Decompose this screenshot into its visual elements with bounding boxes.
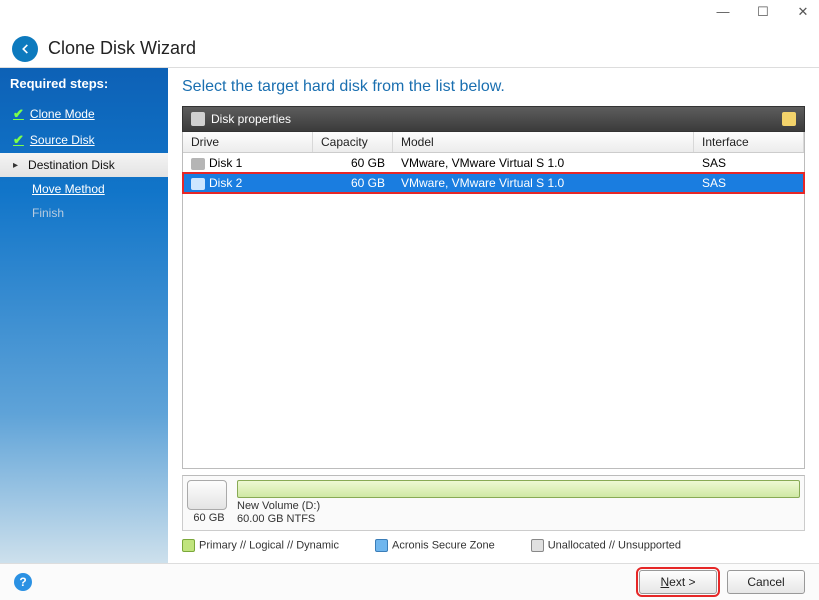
help-button[interactable]: ?	[14, 573, 32, 591]
col-capacity[interactable]: Capacity	[313, 132, 393, 152]
step-source-disk[interactable]: ✔Source Disk	[10, 127, 158, 153]
disk-shape-icon	[187, 480, 227, 510]
disk-thumbnail: 60 GB	[187, 480, 231, 526]
step-finish: Finish	[10, 201, 158, 225]
col-model[interactable]: Model	[393, 132, 694, 152]
volume-bar[interactable]: New Volume (D:) 60.00 GB NTFS	[237, 480, 800, 526]
volume-name: New Volume (D:)	[237, 500, 800, 513]
check-icon: ✔	[13, 106, 24, 122]
minimize-button[interactable]: —	[715, 4, 731, 19]
window-controls: — ☐ ✕	[0, 0, 819, 30]
legend-acronis: Acronis Secure Zone	[375, 539, 495, 552]
wizard-header: Clone Disk Wizard	[0, 30, 819, 68]
disk-icon	[191, 178, 205, 190]
steps-sidebar: Required steps: ✔Clone Mode ✔Source Disk…	[0, 68, 168, 563]
cancel-button[interactable]: Cancel	[727, 570, 805, 594]
step-clone-mode[interactable]: ✔Clone Mode	[10, 101, 158, 127]
disk-icon	[191, 112, 205, 126]
sidebar-heading: Required steps:	[10, 76, 158, 91]
legend-chip-green	[182, 539, 195, 552]
table-row[interactable]: Disk 1 60 GB VMware, VMware Virtual S 1.…	[183, 153, 804, 173]
legend-primary: Primary // Logical // Dynamic	[182, 539, 339, 552]
check-icon: ✔	[13, 132, 24, 148]
table-header: Drive Capacity Model Interface	[183, 132, 804, 153]
main-panel: Select the target hard disk from the lis…	[168, 68, 819, 563]
col-interface[interactable]: Interface	[694, 132, 804, 152]
table-row[interactable]: Disk 2 60 GB VMware, VMware Virtual S 1.…	[183, 173, 804, 193]
wizard-footer: ? Next > Cancel	[0, 563, 819, 600]
next-button[interactable]: Next >	[639, 570, 717, 594]
disk-preview: 60 GB New Volume (D:) 60.00 GB NTFS	[182, 475, 805, 531]
col-drive[interactable]: Drive	[183, 132, 313, 152]
legend: Primary // Logical // Dynamic Acronis Se…	[182, 539, 805, 552]
wizard-title: Clone Disk Wizard	[48, 38, 196, 59]
legend-chip-blue	[375, 539, 388, 552]
columns-icon[interactable]	[782, 112, 796, 126]
volume-detail: 60.00 GB NTFS	[237, 513, 800, 526]
table-empty-area	[182, 194, 805, 469]
maximize-button[interactable]: ☐	[755, 4, 771, 20]
volume-usage-bar	[237, 480, 800, 498]
disk-icon	[191, 158, 205, 170]
legend-chip-gray	[531, 539, 544, 552]
close-button[interactable]: ✕	[795, 4, 811, 20]
arrow-left-icon	[18, 42, 32, 56]
step-destination-disk[interactable]: Destination Disk	[0, 153, 168, 177]
step-move-method[interactable]: Move Method	[10, 177, 158, 201]
disk-properties-header: Disk properties	[182, 106, 805, 132]
back-button[interactable]	[12, 36, 38, 62]
panel-label: Disk properties	[211, 112, 291, 126]
legend-unallocated: Unallocated // Unsupported	[531, 539, 681, 552]
disk-table: Drive Capacity Model Interface Disk 1 60…	[182, 132, 805, 194]
page-heading: Select the target hard disk from the lis…	[182, 78, 805, 96]
